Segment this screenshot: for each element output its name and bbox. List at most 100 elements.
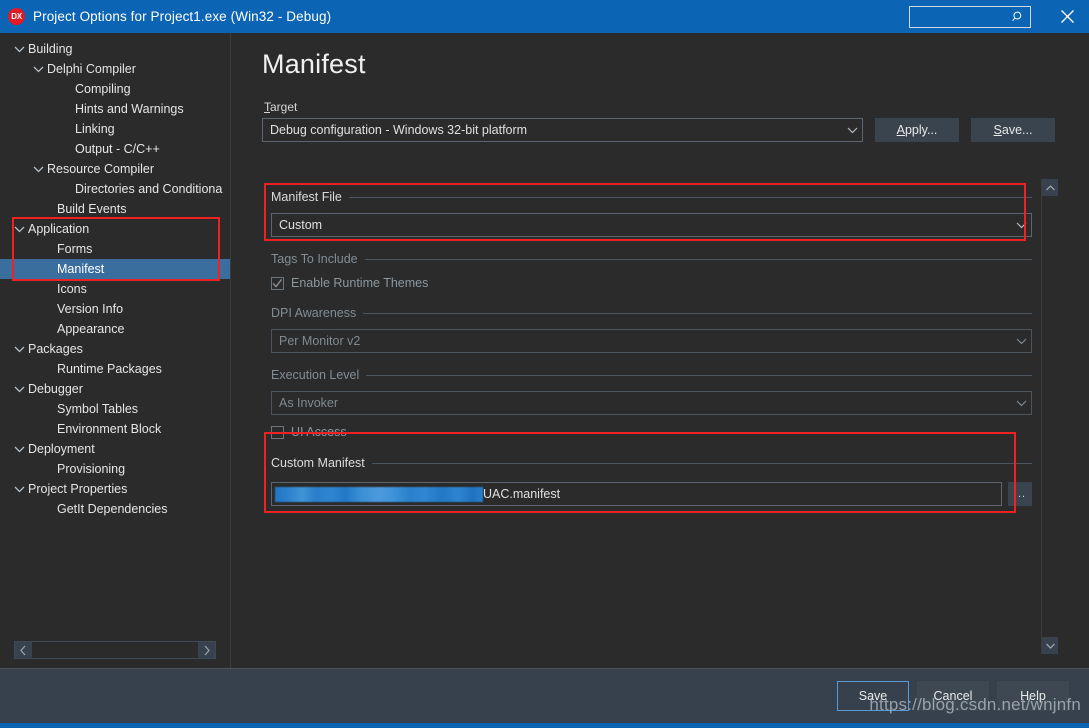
execution-level-header: Execution Level (271, 367, 1032, 383)
apply-accel: A (896, 123, 905, 137)
settings-vertical-scrollbar[interactable] (1041, 179, 1058, 654)
group-divider-line (363, 312, 1032, 314)
manifest-file-header: Manifest File (271, 189, 1032, 205)
sidebar-item-packages[interactable]: Packages (0, 339, 230, 359)
save-button[interactable]: Save (837, 681, 909, 711)
sidebar-item-label: Directories and Conditiona (75, 181, 223, 196)
sidebar-item-label: Appearance (57, 321, 125, 336)
sidebar-item-environment-block[interactable]: Environment Block (0, 419, 230, 439)
save-top-button[interactable]: Save... (971, 118, 1055, 142)
sidebar-item-hints-and-warnings[interactable]: Hints and Warnings (0, 99, 230, 119)
scroll-left-button[interactable] (15, 642, 32, 658)
page-title: Manifest (262, 49, 366, 79)
group-divider-line (364, 258, 1032, 260)
scroll-track[interactable] (32, 642, 198, 658)
sidebar-item-build-events[interactable]: Build Events (0, 199, 230, 219)
sidebar-item-appearance[interactable]: Appearance (0, 319, 230, 339)
scroll-down-button[interactable] (1042, 637, 1058, 654)
sidebar-item-label: Runtime Packages (57, 361, 162, 376)
sidebar-item-label: Hints and Warnings (75, 101, 184, 116)
search-box[interactable] (909, 5, 1031, 28)
project-options-dialog: DX Project Options for Project1.exe (Win… (0, 0, 1089, 728)
sidebar-item-provisioning[interactable]: Provisioning (0, 459, 230, 479)
custom-manifest-body: UAC.manifest ... (271, 471, 1032, 506)
browse-button[interactable]: ... (1008, 482, 1032, 506)
tree-horizontal-scrollbar[interactable] (14, 641, 216, 659)
scroll-track[interactable] (1042, 196, 1058, 637)
close-button[interactable] (1045, 0, 1089, 33)
enable-runtime-themes-checkbox[interactable] (271, 276, 284, 290)
execution-level-value: As Invoker (279, 396, 339, 410)
sidebar-item-label: Environment Block (57, 421, 162, 436)
sidebar-item-directories-and-conditiona[interactable]: Directories and Conditiona (0, 179, 230, 199)
group-divider-line (371, 462, 1032, 464)
group-divider-line (366, 374, 1032, 376)
sidebar-item-linking[interactable]: Linking (0, 119, 230, 139)
chevron-left-icon (20, 645, 26, 655)
chevron-down-icon[interactable] (12, 42, 26, 56)
title-bar: DX Project Options for Project1.exe (Win… (0, 0, 1089, 33)
scroll-up-button[interactable] (1042, 179, 1058, 196)
execution-level-title: Execution Level (271, 367, 360, 382)
sidebar-item-label: Provisioning (57, 461, 126, 476)
enable-runtime-themes-row[interactable]: Enable Runtime Themes (271, 273, 1032, 293)
ui-access-row[interactable]: UI Access (271, 422, 1032, 442)
manifest-file-combo[interactable]: Custom (271, 213, 1032, 237)
sidebar-item-manifest[interactable]: Manifest (0, 259, 230, 279)
sidebar-item-label: Build Events (57, 201, 127, 216)
window-title: Project Options for Project1.exe (Win32 … (33, 9, 332, 24)
sidebar-item-getit-dependencies[interactable]: GetIt Dependencies (0, 499, 230, 519)
dpi-awareness-combo[interactable]: Per Monitor v2 (271, 329, 1032, 353)
sidebar-item-label: Resource Compiler (47, 161, 154, 176)
manifest-file-value: Custom (279, 218, 323, 232)
sidebar-item-icons[interactable]: Icons (0, 279, 230, 299)
sidebar-item-label: Icons (57, 281, 87, 296)
sidebar-item-label: Deployment (28, 441, 95, 456)
checkmark-icon (272, 278, 283, 288)
custom-manifest-path-input[interactable]: UAC.manifest (271, 482, 1002, 506)
sidebar-item-label: Version Info (57, 301, 124, 316)
sidebar-item-application[interactable]: Application (0, 219, 230, 239)
apply-button[interactable]: Apply... (875, 118, 959, 142)
sidebar-item-label: Project Properties (28, 481, 128, 496)
sidebar-item-project-properties[interactable]: Project Properties (0, 479, 230, 499)
sidebar-item-compiling[interactable]: Compiling (0, 79, 230, 99)
bottom-accent-strip (0, 723, 1089, 728)
ui-access-checkbox[interactable] (271, 425, 284, 439)
sidebar-item-forms[interactable]: Forms (0, 239, 230, 259)
chevron-down-icon[interactable] (31, 162, 45, 176)
chevron-down-icon[interactable] (12, 482, 26, 496)
chevron-down-icon[interactable] (31, 62, 45, 76)
chevron-down-icon (1045, 643, 1055, 649)
sidebar-item-label: Building (28, 41, 73, 56)
cancel-button[interactable]: Cancel (917, 681, 989, 711)
chevron-down-icon[interactable] (12, 442, 26, 456)
chevron-down-icon[interactable] (12, 222, 26, 236)
chevron-down-icon[interactable] (12, 342, 26, 356)
sidebar-item-label: Forms (57, 241, 93, 256)
dialog-footer: Save Cancel Help https://blog.csdn.net/w… (0, 668, 1089, 723)
sidebar-item-label: GetIt Dependencies (57, 501, 168, 516)
search-input[interactable] (910, 6, 1010, 27)
options-tree[interactable]: Building Delphi Compiler Compiling Hints an… (0, 33, 230, 641)
sidebar-item-label: Debugger (28, 381, 83, 396)
scroll-right-button[interactable] (198, 642, 215, 658)
sidebar-item-delphi-compiler[interactable]: Delphi Compiler (0, 59, 230, 79)
help-button[interactable]: Help (997, 681, 1069, 711)
ui-access-label: UI Access (291, 425, 347, 439)
tags-to-include-header: Tags To Include (271, 251, 1032, 267)
sidebar-item-resource-compiler[interactable]: Resource Compiler (0, 159, 230, 179)
execution-level-combo[interactable]: As Invoker (271, 391, 1032, 415)
chevron-down-icon[interactable] (12, 382, 26, 396)
custom-manifest-title: Custom Manifest (271, 455, 365, 470)
sidebar-item-building[interactable]: Building (0, 39, 230, 59)
sidebar-item-debugger[interactable]: Debugger (0, 379, 230, 399)
custom-manifest-header: Custom Manifest (271, 455, 1032, 471)
sidebar-item-label: Symbol Tables (57, 401, 139, 416)
sidebar-item-symbol-tables[interactable]: Symbol Tables (0, 399, 230, 419)
target-combo[interactable]: Debug configuration - Windows 32-bit pla… (262, 118, 863, 142)
sidebar-item-deployment[interactable]: Deployment (0, 439, 230, 459)
sidebar-item-runtime-packages[interactable]: Runtime Packages (0, 359, 230, 379)
sidebar-item-version-info[interactable]: Version Info (0, 299, 230, 319)
sidebar-item-output-c-c[interactable]: Output - C/C++ (0, 139, 230, 159)
